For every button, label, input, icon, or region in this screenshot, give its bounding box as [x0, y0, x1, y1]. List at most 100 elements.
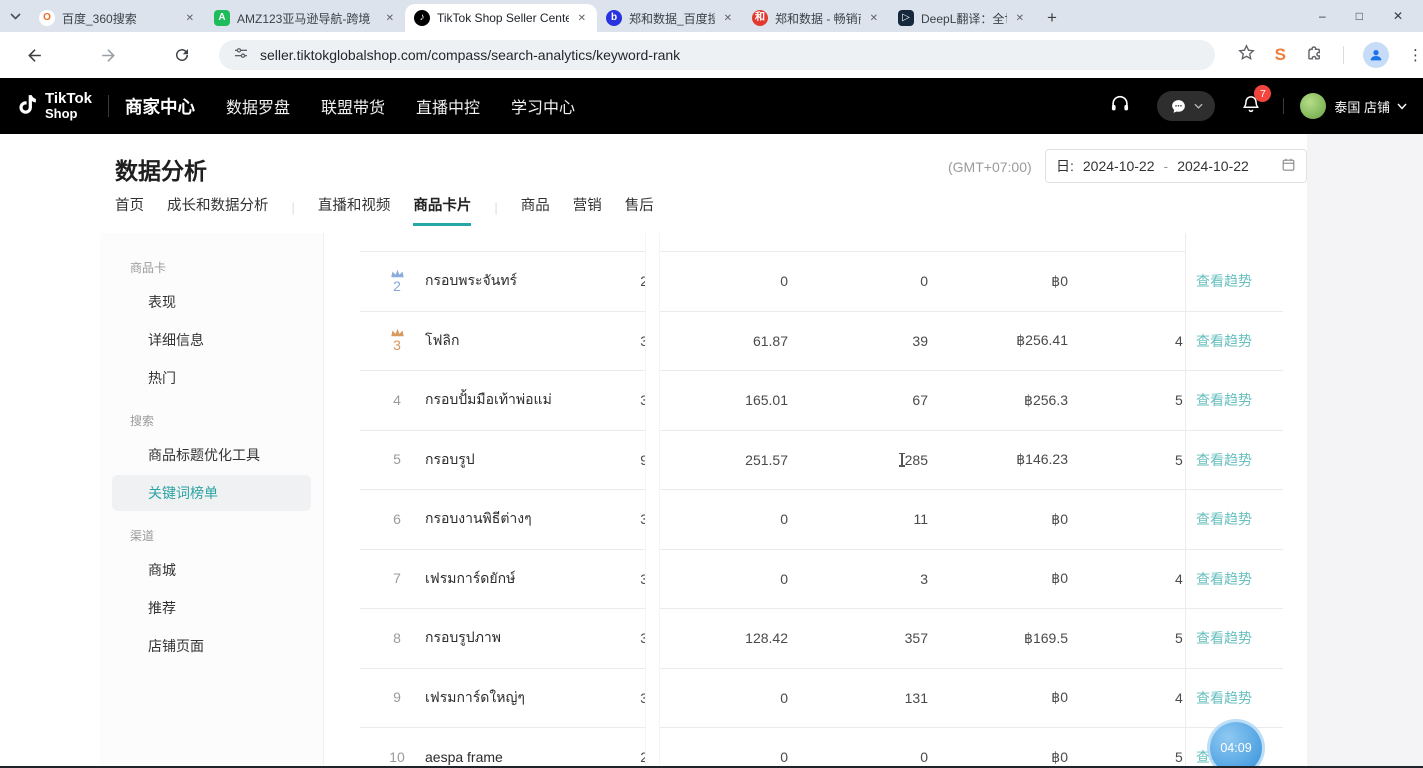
page-tab[interactable]: 直播和视频: [318, 194, 391, 226]
window-minimize-button[interactable]: –: [1319, 9, 1326, 23]
shop-avatar[interactable]: [1300, 93, 1326, 119]
view-trend-link[interactable]: 查看趋势: [1196, 252, 1252, 311]
date-range-picker[interactable]: 日: 2024-10-22 - 2024-10-22: [1045, 149, 1307, 183]
browser-tab[interactable]: AAMZ123亚马逊导航-跨境✕: [205, 4, 405, 32]
keyword-cell: กรอบงานพิธีต่างๆ: [425, 490, 532, 549]
tab-close-icon[interactable]: ✕: [722, 11, 734, 26]
navbar-menu-item[interactable]: 直播中控: [416, 94, 480, 118]
navbar-menu-item[interactable]: 商家中心: [125, 94, 195, 119]
screen-recorder-bubble[interactable]: 04:09: [1210, 722, 1262, 768]
keyword-cell: โฟลิก: [425, 312, 460, 371]
tab-close-icon[interactable]: ✕: [184, 11, 196, 26]
table-row: 2กรอบพระจันทร์200฿0查看趋势: [360, 252, 1283, 312]
browser-tab[interactable]: 和郑和数据 - 畅销商品榜✕: [743, 4, 889, 32]
window-maximize-button[interactable]: □: [1356, 9, 1363, 23]
new-tab-button[interactable]: +: [1047, 9, 1057, 26]
url-text: seller.tiktokglobalshop.com/compass/sear…: [260, 47, 680, 63]
gmv-cell: ฿146.23: [948, 431, 1068, 490]
page-tab[interactable]: 商品: [521, 194, 550, 226]
tab-close-icon[interactable]: ✕: [868, 11, 880, 26]
sidebar-item[interactable]: 详细信息: [112, 322, 311, 358]
tab-title: DeepL翻译：全世界最准确: [921, 10, 1007, 27]
page-tab[interactable]: 商品卡片: [413, 194, 471, 226]
calendar-icon[interactable]: [1281, 157, 1296, 175]
browser-tab-strip: O百度_360搜索✕AAMZ123亚马逊导航-跨境✕♪TikTok Shop S…: [0, 0, 1423, 32]
back-button-icon[interactable]: [25, 46, 44, 65]
gmv-cell: ฿0: [948, 669, 1068, 728]
browser-tab[interactable]: ▷ DeepL翻译：全世界最准确 ✕: [889, 4, 1035, 32]
date-end-value: 2024-10-22: [1177, 158, 1249, 174]
sidebar-item[interactable]: 店铺页面: [112, 628, 311, 664]
navbar-menu: 商家中心 数据罗盘 联盟带货 直播中控 学习中心: [125, 94, 606, 119]
view-trend-link[interactable]: 查看趋势: [1196, 669, 1252, 728]
gmv-cell: ฿0: [948, 550, 1068, 609]
notifications-button[interactable]: 7: [1241, 93, 1261, 119]
sidebar-item[interactable]: 热门: [112, 360, 311, 396]
view-trend-link[interactable]: 查看趋势: [1196, 312, 1252, 371]
rank-cell: 7: [375, 550, 419, 609]
page-content: 数据分析 (GMT+07:00) 日: 2024-10-22 - 2024-10…: [0, 134, 1423, 768]
tab-search-chevron-icon[interactable]: [0, 0, 30, 32]
page-tab[interactable]: 营销: [573, 194, 602, 226]
navbar-right-divider: [1283, 98, 1284, 114]
sidebar-item[interactable]: 商品标题优化工具: [112, 437, 311, 473]
sidebar-section-header: 搜索: [130, 412, 323, 429]
tab-favicon-icon: ▷: [898, 10, 914, 26]
navbar-menu-item[interactable]: 联盟带货: [321, 94, 385, 118]
rank-number: 8: [393, 631, 401, 646]
messages-button[interactable]: [1157, 91, 1215, 121]
rank-number: 6: [393, 512, 401, 527]
browser-tab[interactable]: b郑和数据_百度搜索✕: [597, 4, 743, 32]
browser-profile-avatar[interactable]: [1363, 42, 1389, 68]
view-trend-link[interactable]: 查看趋势: [1196, 371, 1252, 430]
browser-tab[interactable]: ♪TikTok Shop Seller Cente✕: [405, 4, 597, 32]
clipped-right-value: 5: [1175, 728, 1185, 768]
keyword-cell: เฟรมการ์ดใหญ่ๆ: [425, 669, 525, 728]
bookmark-star-icon[interactable]: [1237, 43, 1256, 67]
tab-title: 郑和数据 - 畅销商品榜: [775, 10, 861, 27]
view-trend-link[interactable]: 查看趋势: [1196, 609, 1252, 668]
toolbar-divider: [1343, 46, 1344, 64]
clipped-left-value: 9: [578, 431, 648, 490]
sidebar-item[interactable]: 关键词榜单: [112, 475, 311, 511]
tab-title: 百度_360搜索: [62, 10, 177, 27]
tab-favicon-icon: ♪: [414, 10, 430, 26]
url-bar-actions: S ⋮: [1237, 42, 1423, 68]
page-title: 数据分析: [115, 152, 207, 186]
page-tab[interactable]: 首页: [115, 194, 144, 226]
browser-tab[interactable]: O百度_360搜索✕: [30, 4, 205, 32]
tab-close-icon[interactable]: ✕: [384, 11, 396, 26]
view-trend-link[interactable]: 查看趋势: [1196, 490, 1252, 549]
navbar-menu-item[interactable]: 学习中心: [511, 94, 575, 118]
sidebar-item[interactable]: 推荐: [112, 590, 311, 626]
gmv-cell: ฿0: [948, 728, 1068, 768]
right-margin-panel: [1307, 134, 1423, 768]
shop-chevron-down-icon[interactable]: [1397, 103, 1407, 110]
navbar-menu-item[interactable]: 数据罗盘: [226, 94, 290, 118]
browser-menu-icon[interactable]: ⋮: [1408, 46, 1423, 64]
view-trend-link[interactable]: 查看趋势: [1196, 431, 1252, 490]
page-tab[interactable]: 售后: [625, 194, 654, 226]
tab-close-icon[interactable]: ✕: [1014, 11, 1026, 26]
date-start-value: 2024-10-22: [1083, 158, 1155, 174]
reload-button-icon[interactable]: [173, 46, 191, 64]
address-bar[interactable]: seller.tiktokglobalshop.com/compass/sear…: [219, 40, 1215, 70]
page-tab[interactable]: 成长和数据分析: [167, 194, 269, 226]
tab-close-icon[interactable]: ✕: [576, 11, 588, 26]
forward-button-icon[interactable]: [99, 46, 118, 65]
view-trend-link[interactable]: 查看趋势: [1196, 550, 1252, 609]
window-close-button[interactable]: ✕: [1393, 9, 1403, 23]
tiktok-shop-logo[interactable]: TikTok Shop: [14, 91, 92, 121]
extension-s-icon[interactable]: S: [1275, 45, 1286, 65]
clipped-left-value: 3: [578, 550, 648, 609]
tab-favicon-icon: b: [606, 10, 622, 26]
metric-2-cell: 67: [808, 371, 928, 430]
site-settings-icon[interactable]: [233, 45, 249, 66]
sidebar-item[interactable]: 表现: [112, 284, 311, 320]
sidebar-section-header: 商品卡: [130, 259, 323, 276]
metric-2-cell: 131: [808, 669, 928, 728]
extensions-puzzle-icon[interactable]: [1305, 43, 1324, 67]
metric-1-cell: 251.57: [668, 431, 788, 490]
support-headset-icon[interactable]: [1109, 93, 1131, 120]
sidebar-item[interactable]: 商城: [112, 552, 311, 588]
